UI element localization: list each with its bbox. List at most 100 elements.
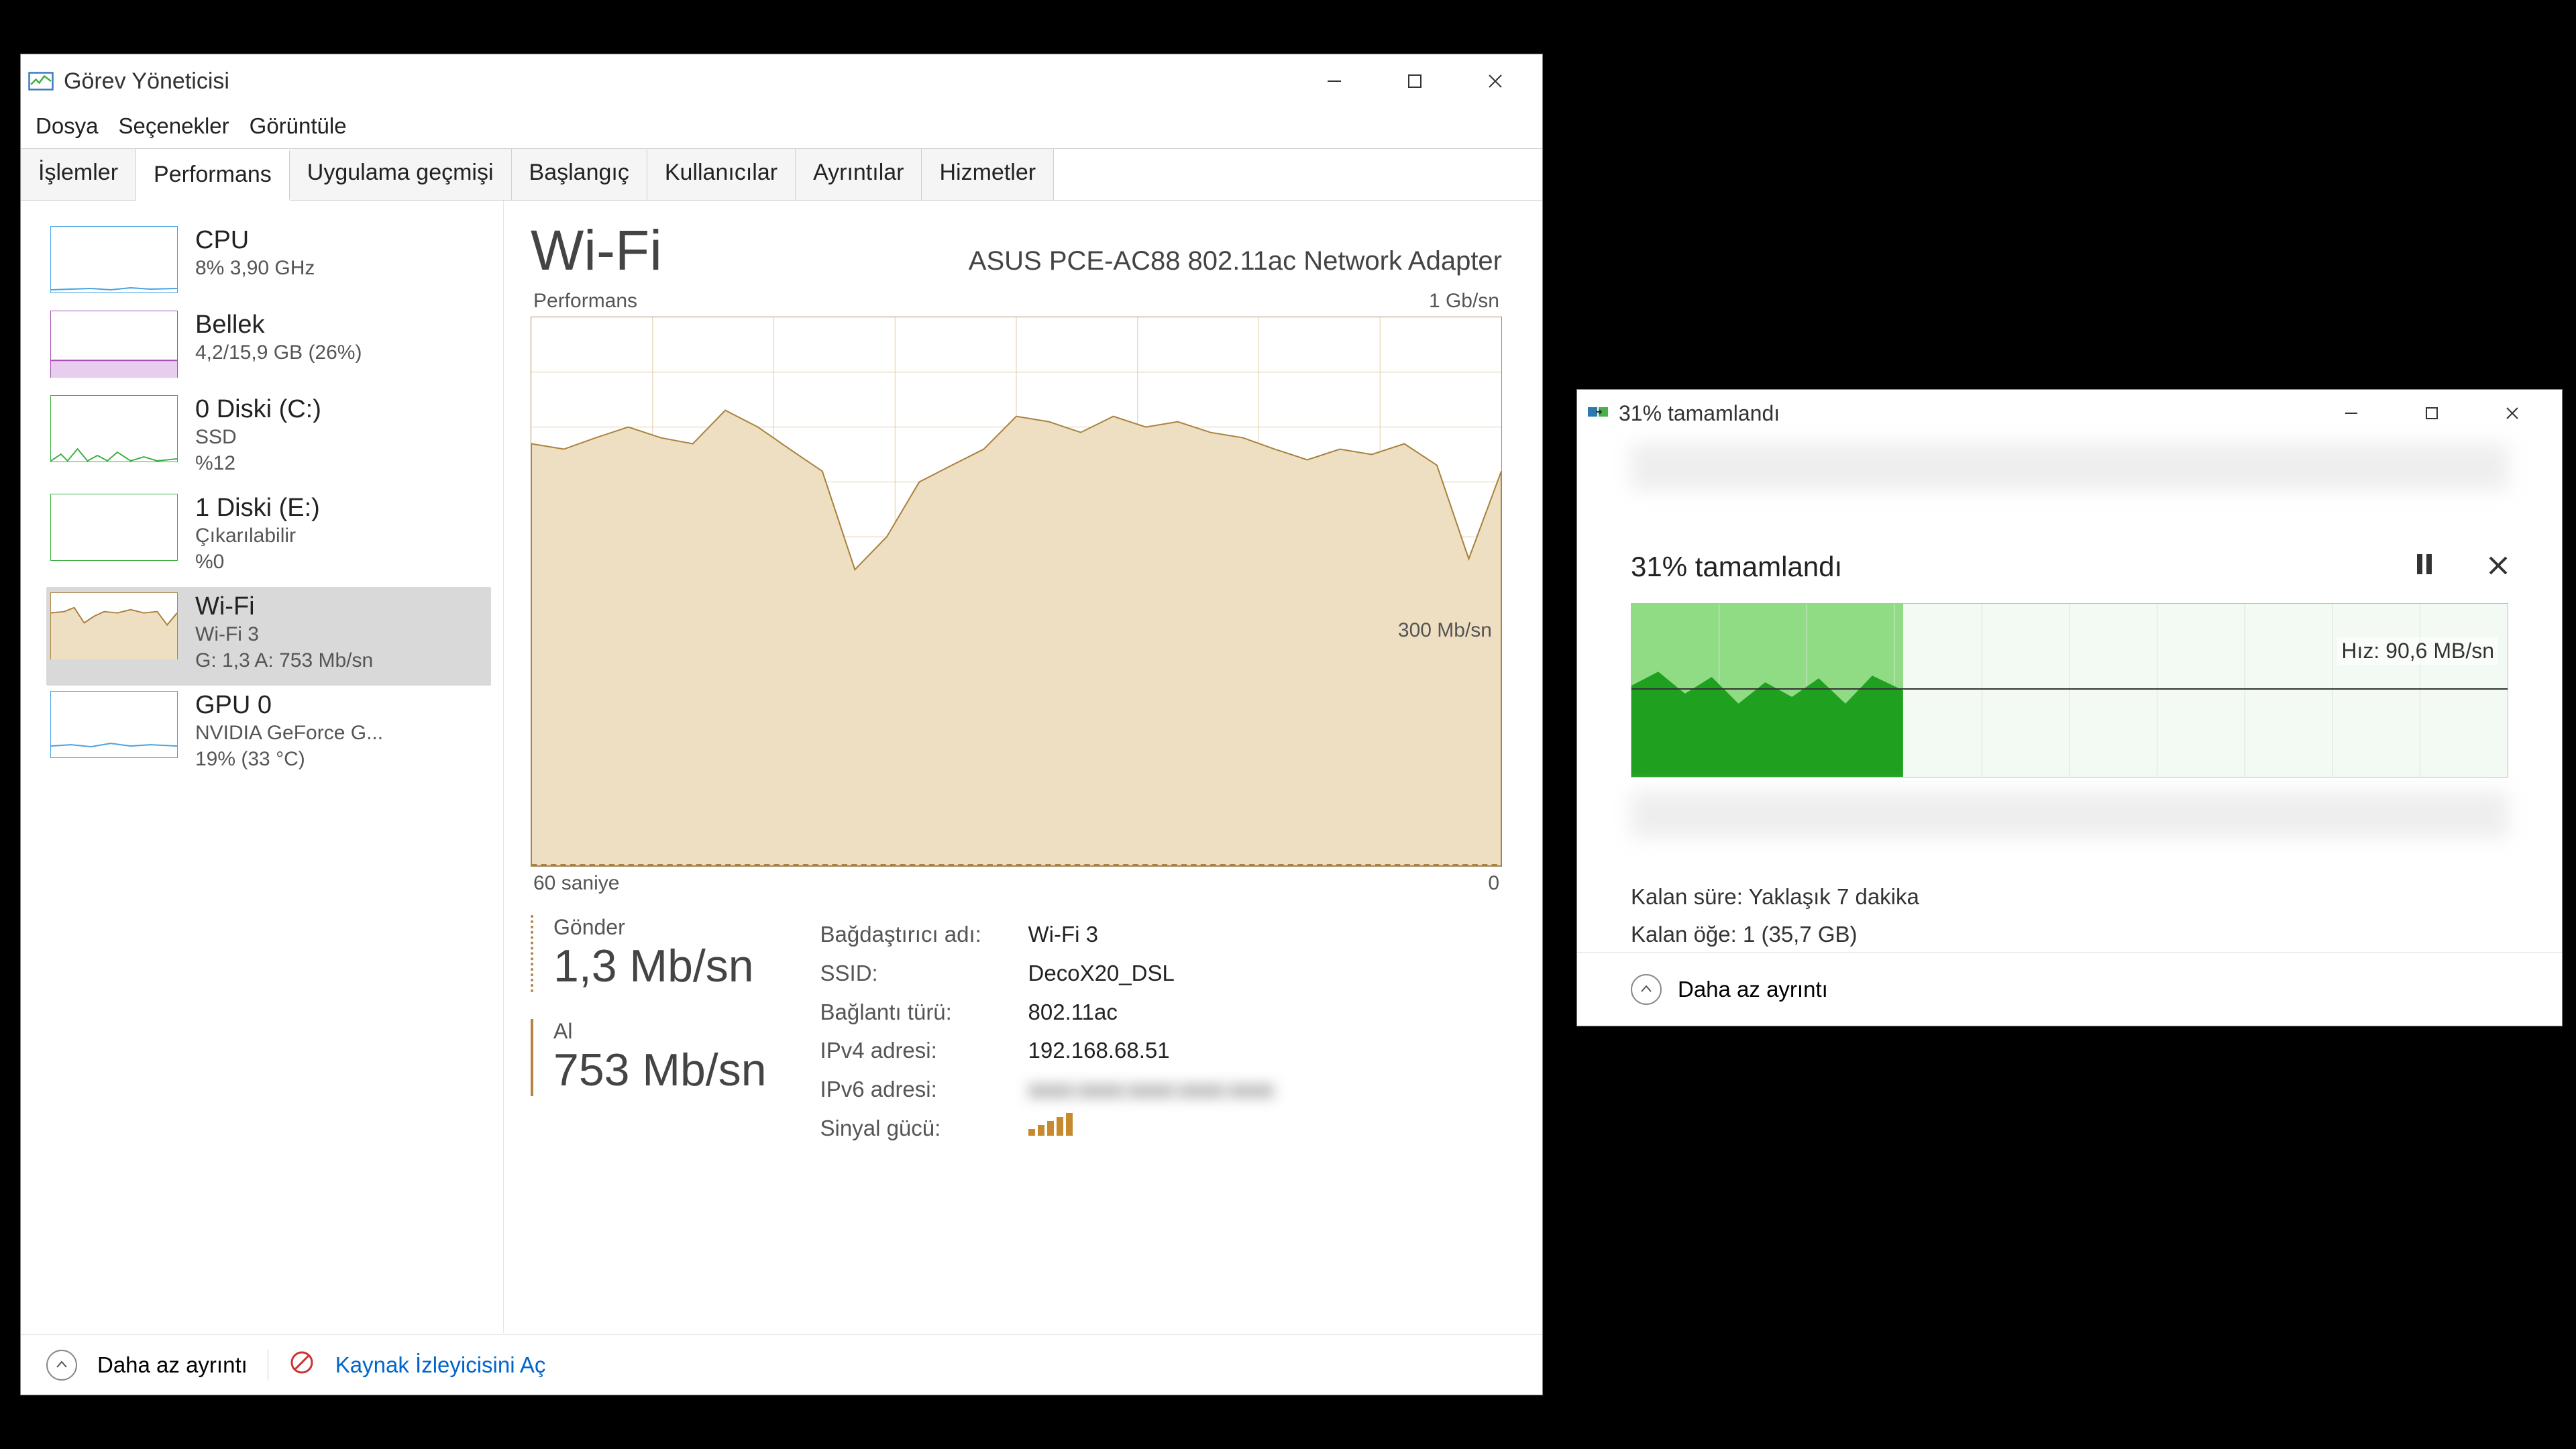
sidebar-item-title: Wi-Fi <box>195 592 373 621</box>
thumb-cpu <box>50 226 178 293</box>
resmon-icon <box>288 1349 315 1381</box>
pause-button[interactable] <box>2414 552 2434 582</box>
sidebar-item-sub: 4,2/15,9 GB (26%) <box>195 339 362 366</box>
titlebar[interactable]: Görev Yöneticisi <box>21 54 1542 108</box>
sidebar-item-gpu0[interactable]: GPU 0 NVIDIA GeForce G... 19% (33 °C) <box>46 686 491 784</box>
sidebar-item-cpu[interactable]: CPU 8% 3,90 GHz <box>46 221 491 305</box>
tab-processes[interactable]: İşlemler <box>21 149 136 200</box>
menubar: Dosya Seçenekler Görüntüle <box>21 108 1542 148</box>
sidebar-item-disk1[interactable]: 1 Diski (E:) Çıkarılabilir %0 <box>46 488 491 587</box>
graph-bottom-right: 0 <box>1488 872 1499 895</box>
maximize-button[interactable] <box>1375 54 1455 108</box>
chevron-up-icon[interactable] <box>1631 974 1662 1005</box>
sidebar-item-sub2: 19% (33 °C) <box>195 746 383 772</box>
tab-details[interactable]: Ayrıntılar <box>796 149 922 200</box>
copy-remaining-info: Kalan süre: Yaklaşık 7 dakika Kalan öğe:… <box>1631 878 2508 953</box>
signal-strength-icon <box>1028 1109 1073 1148</box>
kv-key: IPv4 adresi: <box>820 1031 1015 1070</box>
fewer-details-link[interactable]: Daha az ayrıntı <box>97 1352 248 1378</box>
sidebar-item-sub: Wi-Fi 3 <box>195 621 373 647</box>
titlebar[interactable]: 31% tamamlandı <box>1577 390 2562 437</box>
kv-key: Bağlantı türü: <box>820 993 1015 1032</box>
kv-val-ipv6: xxxx:xxxx:xxxx:xxxx:xxxx <box>1028 1070 1275 1109</box>
progress-header: 31% tamamlandı <box>1631 551 1842 583</box>
minimize-button[interactable] <box>1294 54 1375 108</box>
blurred-filename <box>1631 791 2508 838</box>
copy-footer: Daha az ayrıntı <box>1577 952 2562 1026</box>
graph-label-left: Performans <box>533 290 637 313</box>
throughput-stats: Gönder 1,3 Mb/sn Al 753 Mb/sn <box>531 915 767 1148</box>
sidebar-item-title: Bellek <box>195 311 362 339</box>
thumb-disk0 <box>50 395 178 462</box>
sidebar-item-wifi[interactable]: Wi-Fi Wi-Fi 3 G: 1,3 A: 753 Mb/sn <box>46 587 491 686</box>
task-manager-icon <box>28 68 54 95</box>
sidebar-item-title: GPU 0 <box>195 691 383 720</box>
sidebar-item-disk0[interactable]: 0 Diski (C:) SSD %12 <box>46 390 491 488</box>
copy-speed-graph[interactable]: Hız: 90,6 MB/sn <box>1631 603 2508 777</box>
file-copy-window: 31% tamamlandı 31% tamamlandı <box>1576 389 2563 1026</box>
send-value: 1,3 Mb/sn <box>553 940 767 992</box>
remaining-items: Kalan öğe: 1 (35,7 GB) <box>1631 916 2508 953</box>
wifi-throughput-graph[interactable]: 300 Mb/sn <box>531 317 1502 867</box>
send-label: Gönder <box>553 915 767 940</box>
menu-file[interactable]: Dosya <box>36 113 99 139</box>
thumb-wifi <box>50 592 178 659</box>
chevron-up-icon[interactable] <box>46 1350 77 1381</box>
kv-val: Wi-Fi 3 <box>1028 915 1098 954</box>
minimize-button[interactable] <box>2311 386 2392 440</box>
sidebar-item-title: 0 Diski (C:) <box>195 395 321 424</box>
performance-sidebar: CPU 8% 3,90 GHz Bellek 4,2/15,9 GB (26%) <box>21 201 504 1333</box>
tab-startup[interactable]: Başlangıç <box>512 149 647 200</box>
close-button[interactable] <box>1455 54 1536 108</box>
kv-val: 192.168.68.51 <box>1028 1031 1170 1070</box>
sidebar-item-memory[interactable]: Bellek 4,2/15,9 GB (26%) <box>46 305 491 390</box>
copy-progress-icon <box>1587 400 1609 427</box>
recv-value: 753 Mb/sn <box>553 1044 767 1096</box>
menu-options[interactable]: Seçenekler <box>119 113 229 139</box>
panel-title: Wi-Fi <box>531 218 662 283</box>
cancel-button[interactable] <box>2488 552 2508 582</box>
sidebar-item-title: CPU <box>195 226 315 255</box>
tab-bar: İşlemler Performans Uygulama geçmişi Baş… <box>21 148 1542 201</box>
sidebar-item-title: 1 Diski (E:) <box>195 494 320 523</box>
kv-key: Bağdaştırıcı adı: <box>820 915 1015 954</box>
kv-val: 802.11ac <box>1028 993 1118 1032</box>
thumb-disk1 <box>50 494 178 561</box>
close-button[interactable] <box>2472 386 2553 440</box>
tab-performance[interactable]: Performans <box>136 150 290 201</box>
remaining-time: Kalan süre: Yaklaşık 7 dakika <box>1631 878 2508 916</box>
kv-key: IPv6 adresi: <box>820 1070 1015 1109</box>
sidebar-item-sub: NVIDIA GeForce G... <box>195 720 383 746</box>
thumb-gpu0 <box>50 691 178 758</box>
graph-label-right: 1 Gb/sn <box>1429 290 1499 313</box>
kv-val: DecoX20_DSL <box>1028 954 1175 993</box>
recv-label: Al <box>553 1019 767 1044</box>
sidebar-item-sub2: %0 <box>195 549 320 575</box>
window-title: 31% tamamlandı <box>1619 401 1780 426</box>
graph-marker-300: 300 Mb/sn <box>1398 619 1492 642</box>
maximize-button[interactable] <box>2392 386 2472 440</box>
tab-app-history[interactable]: Uygulama geçmişi <box>290 149 512 200</box>
sidebar-item-sub: 8% 3,90 GHz <box>195 255 315 281</box>
sidebar-item-sub: Çıkarılabilir <box>195 523 320 549</box>
copy-speed-label: Hız: 90,6 MB/sn <box>2337 637 2498 665</box>
blurred-source-dest <box>1631 443 2508 490</box>
sidebar-item-sub2: %12 <box>195 450 321 476</box>
kv-key: Sinyal gücü: <box>820 1109 1015 1148</box>
menu-view[interactable]: Görüntüle <box>250 113 347 139</box>
adapter-name: ASUS PCE-AC88 802.11ac Network Adapter <box>969 246 1502 276</box>
kv-key: SSID: <box>820 954 1015 993</box>
tab-users[interactable]: Kullanıcılar <box>647 149 796 200</box>
adapter-details: Bağdaştırıcı adı: Wi-Fi 3 SSID: DecoX20_DS… <box>820 915 1275 1148</box>
sidebar-item-sub2: G: 1,3 A: 753 Mb/sn <box>195 647 373 674</box>
open-resmon-link[interactable]: Kaynak İzleyicisini Aç <box>335 1352 546 1378</box>
sidebar-item-sub: SSD <box>195 424 321 450</box>
task-manager-window: Görev Yöneticisi Dosya Seçenekler Görünt… <box>20 54 1543 1395</box>
fewer-details-link[interactable]: Daha az ayrıntı <box>1678 977 1828 1002</box>
thumb-memory <box>50 311 178 378</box>
task-manager-footer: Daha az ayrıntı Kaynak İzleyicisini Aç <box>21 1334 1542 1395</box>
tab-services[interactable]: Hizmetler <box>922 149 1054 200</box>
window-title: Görev Yöneticisi <box>64 68 229 95</box>
graph-bottom-left: 60 saniye <box>533 872 619 895</box>
performance-main: Wi-Fi ASUS PCE-AC88 802.11ac Network Ada… <box>504 201 1542 1333</box>
